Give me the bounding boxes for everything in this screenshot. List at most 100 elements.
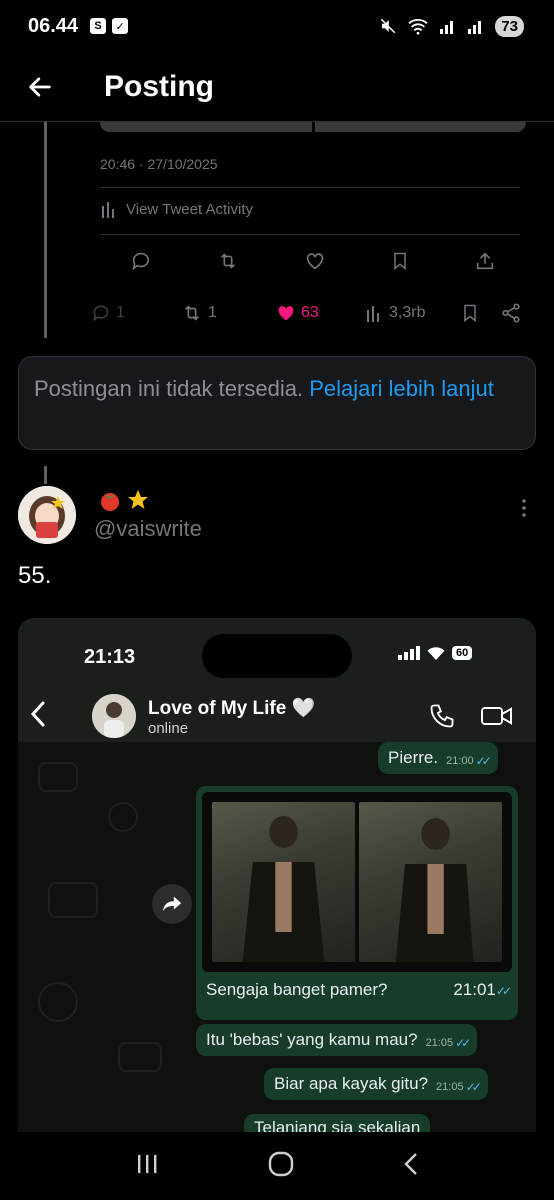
share-icon [476, 252, 494, 270]
like-count: 63 [301, 304, 319, 321]
chat-back-button[interactable] [30, 700, 46, 733]
attached-image[interactable]: 21:13 60 Love of My Life 🤍 online Pierre… [18, 618, 536, 1132]
app-header: Posting [0, 52, 554, 122]
unavailable-post-card: Postingan ini tidak tersedia. Pelajari l… [18, 356, 536, 450]
tomato-icon [101, 493, 119, 511]
retweet-button[interactable] [216, 246, 240, 276]
post-actions: 1 1 63 3,3rb [90, 298, 530, 328]
message-time: 21:00 [446, 755, 474, 767]
forward-button[interactable] [152, 884, 192, 924]
share-button[interactable] [474, 246, 496, 276]
tweet-timestamp: 20:46 · 27/10/2025 [100, 156, 218, 172]
heart-icon [306, 253, 324, 270]
unavailable-text: Postingan ini tidak tersedia. [34, 376, 304, 401]
image-message-bubble[interactable]: Sengaja banget pamer? 21:01✓✓ [196, 786, 518, 1020]
view-activity-link[interactable]: View Tweet Activity [100, 200, 253, 218]
contact-avatar[interactable] [92, 694, 136, 738]
quoted-media[interactable] [100, 122, 526, 132]
page-title: Posting [104, 69, 214, 103]
message-bubble[interactable]: Itu 'bebas' yang kamu mau? 21:05 ✓✓ [196, 1024, 478, 1056]
contact-name[interactable]: Love of My Life 🤍 [148, 696, 315, 720]
checkbox-notification-icon: ✓ [112, 18, 129, 34]
system-back-button[interactable] [403, 1152, 419, 1181]
photo-left [212, 802, 355, 962]
ios-time: 21:13 [84, 646, 136, 668]
contact-status: online [148, 720, 189, 737]
view-count: 3,3rb [389, 304, 426, 321]
quoted-tweet-actions [100, 246, 526, 276]
system-nav-bar [0, 1132, 554, 1200]
signal-icon [398, 646, 420, 660]
chevron-left-icon [30, 701, 45, 727]
signal-icon [440, 21, 454, 34]
star-icon [128, 490, 148, 509]
read-ticks-icon: ✓✓ [475, 754, 492, 768]
like-count-button[interactable]: 63 [275, 302, 365, 324]
message-time: 21:01 [453, 980, 496, 999]
learn-more-link[interactable]: Pelajari lebih lanjut [309, 376, 494, 401]
arrow-left-icon [29, 76, 51, 97]
view-activity-label: View Tweet Activity [126, 200, 254, 218]
read-ticks-icon: ✓✓ [495, 984, 512, 998]
message-bubble[interactable]: Pierre. 21:00 ✓✓ [378, 742, 498, 774]
wifi-icon [408, 19, 428, 35]
tweet-text: 55. [18, 562, 52, 589]
recent-apps-button[interactable] [135, 1153, 159, 1180]
ios-battery: 60 [452, 646, 473, 660]
read-ticks-icon: ✓✓ [465, 1080, 482, 1094]
message-text: Itu 'bebas' yang kamu mau? [206, 1030, 418, 1049]
heart-filled-icon [278, 306, 294, 321]
share-nodes-icon [502, 303, 520, 323]
home-button[interactable] [268, 1151, 294, 1182]
avatar-illustration [18, 486, 76, 544]
wifi-icon [427, 647, 445, 660]
status-time: 06.44 [28, 14, 79, 37]
bookmark-icon [394, 252, 406, 271]
avatar[interactable] [18, 486, 76, 544]
video-camera-icon [481, 707, 512, 725]
read-ticks-icon: ✓✓ [455, 1036, 471, 1050]
white-heart-icon: 🤍 [291, 698, 316, 719]
message-time: 21:05 [425, 1037, 454, 1049]
retweet-icon [220, 253, 236, 269]
shopee-notification-icon: S [90, 18, 107, 34]
video-call-button[interactable] [480, 704, 514, 733]
message-text: Pierre. [388, 748, 439, 767]
views-button[interactable]: 3,3rb [365, 303, 460, 323]
share-button[interactable] [500, 302, 522, 324]
reply-icon [93, 305, 109, 322]
bookmark-button[interactable] [460, 302, 500, 324]
reply-button[interactable] [130, 246, 152, 276]
dynamic-island [202, 634, 352, 678]
battery-indicator: 73 [495, 15, 524, 37]
back-button[interactable] [0, 57, 80, 117]
like-button[interactable] [304, 246, 326, 276]
display-name: 🍅⭐ [94, 488, 150, 512]
home-circle-icon [268, 1151, 294, 1176]
user-handle[interactable]: @vaiswrite [94, 516, 202, 542]
retweet-count-button[interactable]: 1 [180, 302, 275, 324]
forwarded-collage-image[interactable] [202, 792, 512, 972]
message-bubble-partial[interactable]: Telanjang sja sekalian [244, 1114, 431, 1132]
thread-line [44, 466, 47, 484]
reply-count: 1 [116, 304, 125, 321]
chat-header: Love of My Life 🤍 online [18, 688, 536, 742]
retweet-icon [184, 305, 200, 321]
message-text: Sengaja banget pamer? [206, 980, 388, 999]
ios-status-bar: 21:13 60 [18, 618, 536, 688]
reply-count-button[interactable]: 1 [90, 303, 180, 323]
more-options-button[interactable] [518, 498, 530, 523]
message-bubble[interactable]: Biar apa kayak gitu? 21:05 ✓✓ [264, 1068, 488, 1100]
chevron-left-icon [404, 1152, 418, 1175]
divider [100, 187, 520, 188]
voice-call-button[interactable] [428, 702, 456, 735]
photo-right [359, 802, 502, 962]
forward-arrow-icon [162, 896, 182, 912]
divider [100, 234, 520, 235]
message-text: Telanjang sja sekalian [254, 1118, 421, 1132]
recents-icon [137, 1154, 157, 1173]
signal-icon-2 [468, 21, 482, 34]
mute-icon [381, 18, 396, 34]
analytics-icon [102, 202, 114, 218]
bookmark-button[interactable] [390, 246, 410, 276]
